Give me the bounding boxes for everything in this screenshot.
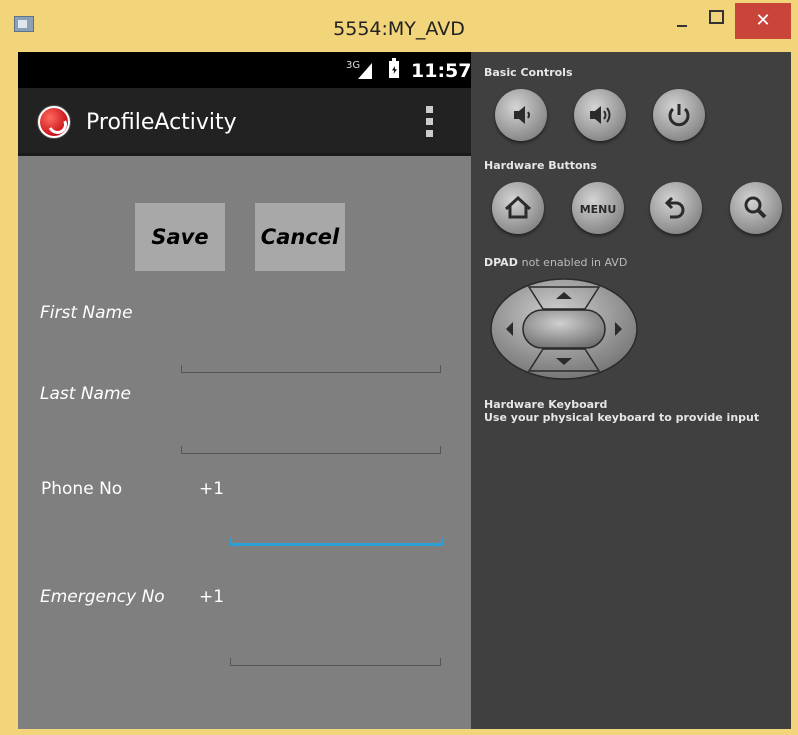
emergency-label: Emergency No [40,587,165,607]
emulator-controls-panel: Basic Controls Hardware Buttons MENU DPA [471,52,791,729]
dpad-title: DPAD not enabled in AVD [484,256,627,269]
last-name-label: Last Name [40,384,131,404]
hardware-keyboard-title: Hardware Keyboard [484,398,608,411]
close-button[interactable]: ✕ [735,3,791,39]
menu-button-label: MENU [579,203,617,216]
power-icon[interactable] [653,89,705,141]
minimize-button[interactable] [668,4,696,38]
hardware-buttons-title: Hardware Buttons [484,159,597,172]
phone-field[interactable] [230,538,443,546]
profile-form: Save Cancel First Name Last Name Phone N… [18,156,471,729]
status-clock: 11:57 [411,60,472,82]
emulator-client-area: 3G 11:57 ProfileActivity Save Cancel Fir… [18,52,791,729]
first-name-field[interactable] [181,365,441,373]
phone-label: Phone No [41,479,123,499]
volume-up-icon[interactable] [574,89,626,141]
hardware-keyboard-note: Use your physical keyboard to provide in… [484,411,760,424]
emergency-field[interactable] [230,658,441,666]
back-icon[interactable] [650,182,702,234]
hardware-keyboard-info: Hardware Keyboard Use your physical keyb… [484,398,759,424]
title-bar: 5554:MY_AVD ✕ [0,0,798,52]
search-icon[interactable] [730,182,782,234]
overflow-menu-icon[interactable] [426,106,436,140]
emergency-prefix: +1 [199,587,225,607]
phone-app-icon [38,106,70,138]
phone-screen: 3G 11:57 ProfileActivity Save Cancel Fir… [18,52,471,729]
dpad-note: not enabled in AVD [521,256,628,269]
volume-down-icon[interactable] [495,89,547,141]
last-name-field[interactable] [181,446,441,454]
dpad-label: DPAD [484,256,518,269]
menu-icon[interactable]: MENU [572,182,624,234]
phone-prefix: +1 [199,479,225,499]
emulator-window: 5554:MY_AVD ✕ 3G 11:57 ProfileActivity S… [0,0,798,735]
cancel-button[interactable]: Cancel [255,203,345,271]
first-name-label: First Name [40,303,133,323]
save-button[interactable]: Save [135,203,225,271]
action-bar: ProfileActivity [18,88,471,156]
activity-title: ProfileActivity [86,110,237,135]
dpad [489,277,639,381]
home-icon[interactable] [492,182,544,234]
signal-icon [358,63,372,79]
status-bar: 3G 11:57 [18,52,471,88]
basic-controls-title: Basic Controls [484,66,573,79]
maximize-button[interactable] [700,4,730,38]
battery-charging-icon [389,58,399,78]
